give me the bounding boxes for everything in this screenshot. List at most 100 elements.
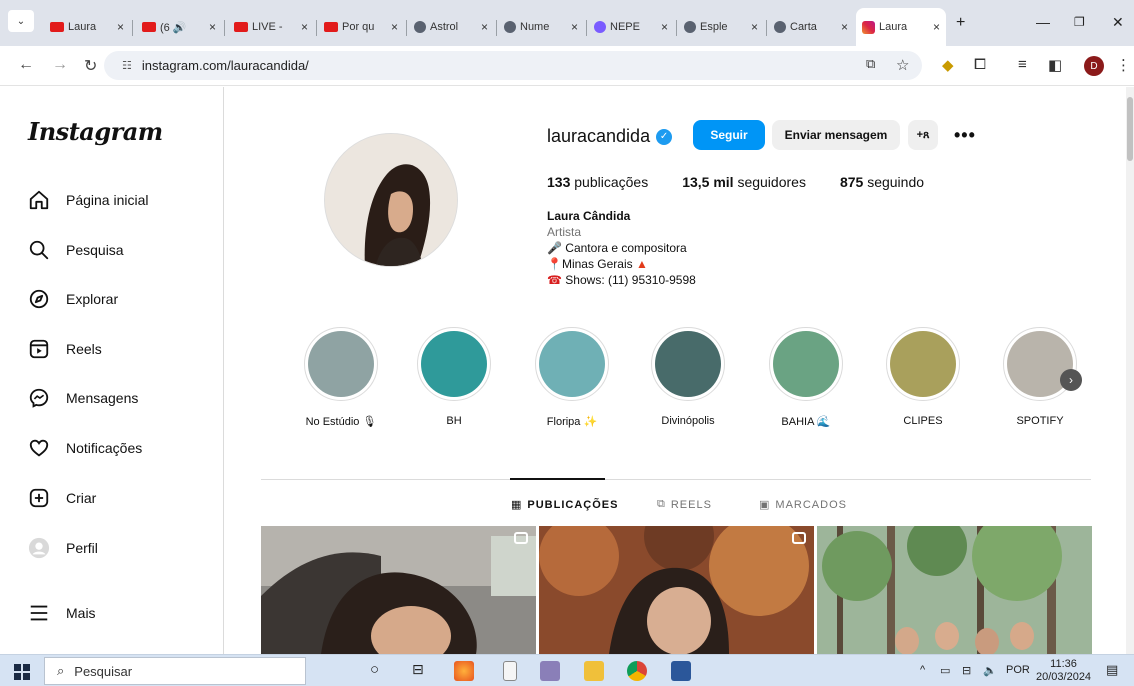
send-message-button[interactable]: Enviar mensagem — [772, 120, 900, 150]
battery-icon[interactable]: ▭ — [940, 664, 950, 677]
follow-button[interactable]: Seguir — [693, 120, 765, 150]
chrome-icon[interactable] — [627, 661, 647, 681]
task-view-icon[interactable]: ⊟ — [412, 661, 424, 678]
paint-icon[interactable] — [540, 661, 560, 681]
following-stat[interactable]: 875 seguindo — [840, 174, 924, 190]
instagram-icon — [862, 20, 875, 34]
extension-icon[interactable]: ◆ — [942, 56, 954, 74]
story-highlight[interactable]: Divinópolis — [648, 327, 728, 427]
notification-center-icon[interactable]: ▤ — [1106, 662, 1118, 678]
sidebar-item-explore[interactable]: Explorar — [28, 288, 118, 310]
close-tab-icon[interactable]: × — [933, 20, 940, 34]
taskbar-clock[interactable]: 11:36 20/03/2024 — [1036, 658, 1091, 684]
close-tab-icon[interactable]: × — [117, 20, 124, 34]
browser-profile-avatar[interactable]: D — [1084, 56, 1104, 76]
close-tab-icon[interactable]: × — [751, 20, 758, 34]
restore-icon[interactable]: ❐ — [1074, 15, 1085, 29]
tab-marcados[interactable]: ▣ MARCADOS — [759, 498, 847, 512]
tab-search-dropdown-icon[interactable]: ⌄ — [8, 10, 34, 32]
sidebar-item-profile[interactable]: Perfil — [28, 537, 98, 559]
close-tab-icon[interactable]: × — [301, 20, 308, 34]
browser-tab[interactable]: Por qu × — [318, 12, 404, 42]
browser-tab[interactable]: NEPE × — [588, 12, 674, 42]
more-options-icon[interactable]: ••• — [954, 125, 976, 146]
taskbar-search-label: Pesquisar — [74, 663, 133, 679]
close-tab-icon[interactable]: × — [571, 20, 578, 34]
sidebar-item-reels[interactable]: Reels — [28, 338, 102, 360]
reading-list-icon[interactable]: ≡ — [1018, 56, 1027, 73]
browser-tab[interactable]: LIVE - × — [228, 12, 314, 42]
highlight-label: CLIPES — [903, 415, 943, 427]
tab-title: Laura — [879, 21, 908, 33]
sidebar-item-notifications[interactable]: Notificações — [28, 437, 142, 459]
install-app-icon[interactable]: ⧉ — [866, 56, 875, 72]
sidebar-item-label: Página inicial — [66, 192, 149, 208]
sidebar-item-label: Explorar — [66, 291, 119, 307]
story-highlight[interactable]: BH — [414, 327, 494, 427]
microphone-icon: 🎤 — [547, 241, 562, 255]
file-explorer-icon[interactable] — [584, 661, 604, 681]
new-tab-button[interactable]: + — [956, 14, 965, 32]
tab-publicacoes[interactable]: ▦ PUBLICAÇÕES — [511, 498, 618, 512]
taskbar-search[interactable]: ⌕ Pesquisar — [44, 657, 306, 685]
post-thumbnail[interactable] — [539, 526, 814, 654]
close-tab-icon[interactable]: × — [481, 20, 488, 34]
highlights-next-arrow-icon[interactable]: › — [1060, 369, 1082, 391]
browser-tab[interactable]: (6 🔊 × — [136, 12, 222, 42]
close-tab-icon[interactable]: × — [391, 20, 398, 34]
cortana-icon[interactable]: ○ — [370, 661, 379, 678]
sidebar-item-search[interactable]: Pesquisa — [28, 239, 124, 261]
sidebar-item-more[interactable]: Mais — [28, 602, 96, 624]
post-thumbnail[interactable] — [261, 526, 536, 654]
chrome-menu-icon[interactable]: ⋮ — [1116, 56, 1131, 74]
side-panel-icon[interactable]: ◧ — [1048, 56, 1062, 74]
back-arrow-icon[interactable]: ← — [18, 56, 34, 74]
site-info-icon[interactable]: ☷ — [122, 59, 132, 72]
tab-title: Esple — [700, 21, 728, 33]
browser-tab-active[interactable]: Laura × — [856, 8, 946, 46]
reload-icon[interactable]: ↻ — [84, 56, 97, 76]
word-icon[interactable] — [671, 661, 691, 681]
story-highlight[interactable]: CLIPES — [883, 327, 963, 427]
instagram-logo[interactable]: Instagram — [28, 117, 163, 146]
heart-icon — [28, 437, 50, 459]
story-highlight[interactable]: Floripa ✨ — [532, 327, 612, 428]
notepad-icon[interactable] — [503, 661, 517, 681]
browser-tab[interactable]: Astrol × — [408, 12, 494, 42]
close-tab-icon[interactable]: × — [661, 20, 668, 34]
story-highlight[interactable]: BAHIA 🌊 — [766, 327, 846, 428]
address-bar[interactable]: ☷ instagram.com/lauracandida/ — [104, 51, 922, 80]
browser-tab[interactable]: Esple × — [678, 12, 764, 42]
close-tab-icon[interactable]: × — [209, 20, 216, 34]
sidebar-item-create[interactable]: Criar — [28, 487, 96, 509]
windows-start-icon[interactable] — [14, 664, 30, 680]
tabs-divider — [261, 479, 1091, 480]
bookmark-star-icon[interactable]: ☆ — [896, 56, 909, 74]
sidebar-item-home[interactable]: Página inicial — [28, 189, 149, 211]
tab-reels[interactable]: ⧉ REELS — [657, 498, 712, 511]
suggested-users-button[interactable]: +ጸ — [908, 120, 938, 150]
highlight-label: SPOTIFY — [1016, 415, 1064, 427]
close-window-icon[interactable]: ✕ — [1112, 14, 1124, 31]
story-highlight[interactable]: No Estúdio 🎙 — [301, 327, 381, 428]
post-thumbnail[interactable] — [817, 526, 1092, 654]
forward-arrow-icon[interactable]: → — [52, 56, 68, 74]
browser-tab[interactable]: Carta × — [768, 12, 854, 42]
profile-picture[interactable] — [324, 133, 458, 267]
browser-tab[interactable]: Laura × — [44, 12, 130, 42]
close-tab-icon[interactable]: × — [841, 20, 848, 34]
volume-icon[interactable]: 🔈 — [983, 664, 997, 677]
minimize-icon[interactable]: — — [1036, 14, 1050, 30]
network-icon[interactable]: ⊟ — [962, 664, 971, 677]
browser-tab[interactable]: Nume × — [498, 12, 584, 42]
highlight-label: Floripa ✨ — [546, 416, 598, 428]
language-indicator[interactable]: POR — [1006, 664, 1030, 676]
followers-stat[interactable]: 13,5 mil seguidores — [682, 174, 806, 190]
youtube-icon — [142, 22, 156, 32]
sidebar-item-label: Pesquisa — [66, 242, 124, 258]
sidebar-item-messages[interactable]: Mensagens — [28, 387, 138, 409]
firefox-icon[interactable] — [454, 661, 474, 681]
page-scrollbar[interactable] — [1126, 87, 1134, 654]
show-hidden-icons-icon[interactable]: ^ — [920, 664, 925, 676]
extensions-puzzle-icon[interactable]: ⧠ — [974, 56, 986, 73]
